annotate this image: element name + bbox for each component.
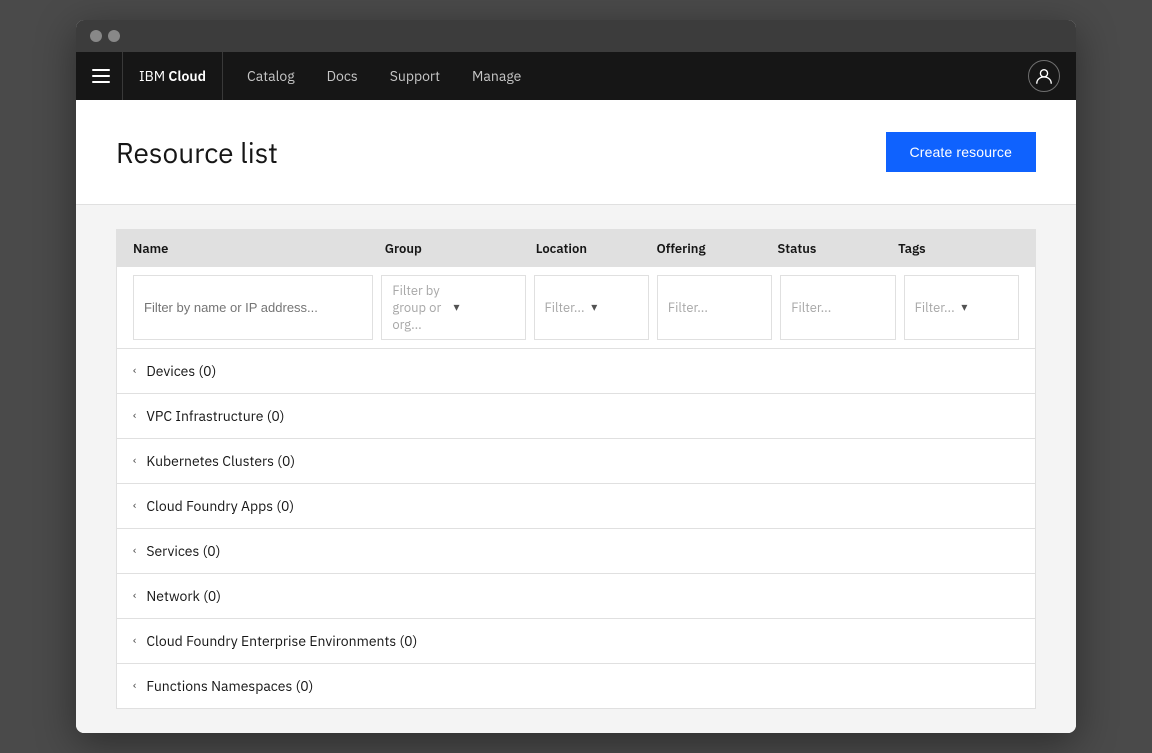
col-location: Location (536, 240, 657, 257)
chevron-down-icon-tags: ▾ (961, 300, 1008, 315)
table-section: Name Group Location Offering Status Tags… (76, 205, 1076, 733)
chevron-icon-cloudfoundry: ‹ (133, 499, 136, 513)
resource-table: Name Group Location Offering Status Tags… (116, 229, 1036, 709)
browser-dot-1 (90, 30, 102, 42)
hamburger-icon[interactable] (92, 69, 122, 83)
col-group: Group (385, 240, 536, 257)
category-row-services[interactable]: ‹ Services (0) (117, 529, 1035, 574)
user-icon[interactable] (1028, 60, 1060, 92)
browser-window: IBM Cloud Catalog Docs Support Manage Re… (76, 20, 1076, 733)
filter-location-label: Filter... (545, 299, 592, 316)
chevron-icon-functions: ‹ (133, 679, 136, 693)
col-offering: Offering (657, 240, 778, 257)
category-row-cloudfoundry[interactable]: ‹ Cloud Foundry Apps (0) (117, 484, 1035, 529)
filter-group-select[interactable]: Filter by group or org... ▾ (381, 275, 525, 340)
category-label-functions: Functions Namespaces (0) (146, 677, 313, 695)
brand-logo[interactable]: IBM Cloud (122, 52, 223, 100)
browser-chrome (76, 20, 1076, 52)
filter-row: Filter by group or org... ▾ Filter... ▾ … (117, 267, 1035, 349)
chevron-icon-kubernetes: ‹ (133, 454, 136, 468)
page-title: Resource list (116, 134, 278, 171)
col-status: Status (777, 240, 898, 257)
create-resource-button[interactable]: Create resource (886, 132, 1036, 172)
chevron-icon-devices: ‹ (133, 364, 136, 378)
nav-links: Catalog Docs Support Manage (223, 52, 1028, 100)
category-label-cfee: Cloud Foundry Enterprise Environments (0… (146, 632, 417, 650)
col-tags: Tags (898, 240, 1019, 257)
category-label-services: Services (0) (146, 542, 220, 560)
filter-location-select[interactable]: Filter... ▾ (534, 275, 649, 340)
chevron-icon-vpc: ‹ (133, 409, 136, 423)
chevron-down-icon-location: ▾ (591, 300, 638, 315)
category-row-functions[interactable]: ‹ Functions Namespaces (0) (117, 664, 1035, 708)
filter-tags-select[interactable]: Filter... ▾ (904, 275, 1019, 340)
main-content: Resource list Create resource Name Group… (76, 100, 1076, 733)
navbar: IBM Cloud Catalog Docs Support Manage (76, 52, 1076, 100)
nav-link-support[interactable]: Support (374, 52, 456, 100)
page-header: Resource list Create resource (76, 100, 1076, 205)
filter-offering-select[interactable]: Filter... (657, 275, 772, 340)
category-label-devices: Devices (0) (146, 362, 216, 380)
filter-group-label: Filter by group or org... (392, 282, 453, 333)
filter-tags-label: Filter... (915, 299, 962, 316)
table-header-row: Name Group Location Offering Status Tags (117, 230, 1035, 267)
browser-dot-2 (108, 30, 120, 42)
category-label-cloudfoundry: Cloud Foundry Apps (0) (146, 497, 294, 515)
nav-link-manage[interactable]: Manage (456, 52, 537, 100)
category-row-kubernetes[interactable]: ‹ Kubernetes Clusters (0) (117, 439, 1035, 484)
category-label-network: Network (0) (146, 587, 221, 605)
filter-offering-label: Filter... (668, 299, 761, 316)
category-row-network[interactable]: ‹ Network (0) (117, 574, 1035, 619)
chevron-icon-cfee: ‹ (133, 634, 136, 648)
category-row-vpc[interactable]: ‹ VPC Infrastructure (0) (117, 394, 1035, 439)
chevron-icon-services: ‹ (133, 544, 136, 558)
category-row-devices[interactable]: ‹ Devices (0) (117, 349, 1035, 394)
category-label-kubernetes: Kubernetes Clusters (0) (146, 452, 295, 470)
filter-status-label: Filter... (791, 299, 884, 316)
nav-link-docs[interactable]: Docs (311, 52, 374, 100)
filter-name-input[interactable] (133, 275, 373, 340)
filter-status-select[interactable]: Filter... (780, 275, 895, 340)
col-name: Name (133, 240, 385, 257)
chevron-icon-network: ‹ (133, 589, 136, 603)
category-row-cfee[interactable]: ‹ Cloud Foundry Enterprise Environments … (117, 619, 1035, 664)
category-label-vpc: VPC Infrastructure (0) (146, 407, 284, 425)
brand-text: IBM Cloud (139, 67, 206, 85)
categories-list: ‹ Devices (0) ‹ VPC Infrastructure (0) ‹… (117, 349, 1035, 708)
nav-link-catalog[interactable]: Catalog (231, 52, 311, 100)
chevron-down-icon: ▾ (453, 300, 514, 315)
